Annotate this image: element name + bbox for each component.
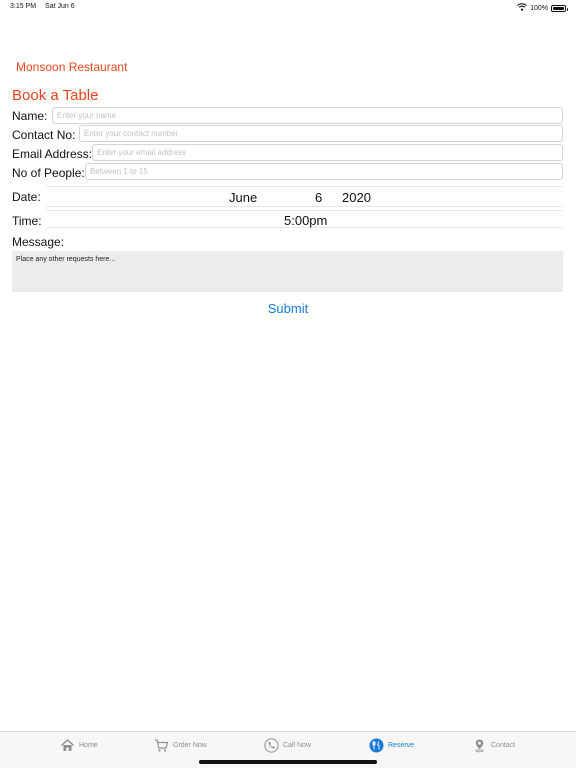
message-label: Message:	[12, 235, 65, 249]
tab-home-label: Home	[79, 742, 98, 749]
status-date: Sat Jun 6	[45, 3, 75, 10]
status-right: 100%	[517, 3, 568, 13]
battery-percent: 100%	[530, 4, 548, 12]
date-picker[interactable]: June 6 2020	[46, 186, 563, 207]
tab-call-now-label: Call Now	[283, 742, 312, 749]
date-month[interactable]: June	[229, 190, 257, 205]
tab-reserve[interactable]: Reserve	[369, 738, 414, 753]
time-picker[interactable]: 5:00pm	[46, 210, 563, 228]
reserve-icon	[369, 738, 384, 753]
contact-label: Contact No:	[12, 128, 76, 142]
home-indicator	[199, 760, 377, 764]
tab-contact[interactable]: Contact	[472, 738, 515, 753]
submit-button[interactable]: Submit	[0, 301, 576, 316]
date-year[interactable]: 2020	[342, 190, 371, 205]
tab-contact-label: Contact	[491, 742, 516, 749]
home-icon	[60, 738, 75, 753]
email-input[interactable]	[92, 144, 563, 161]
time-label: Time:	[12, 214, 42, 228]
restaurant-name: Monsoon Restaurant	[16, 60, 128, 74]
tab-order-now-label: Order Now	[173, 742, 207, 749]
date-day[interactable]: 6	[315, 190, 322, 205]
status-bar: 3:15 PM Sat Jun 6 100%	[0, 0, 576, 14]
status-left: 3:15 PM Sat Jun 6	[10, 3, 82, 10]
battery-fill	[553, 6, 564, 10]
contact-input[interactable]	[79, 125, 563, 142]
status-time: 3:15 PM	[10, 3, 37, 10]
wifi-icon	[517, 3, 527, 13]
phone-icon	[264, 738, 279, 753]
message-input[interactable]	[12, 251, 563, 292]
tab-reserve-label: Reserve	[388, 742, 415, 749]
location-pin-icon	[472, 738, 487, 753]
page-title: Book a Table	[12, 87, 99, 104]
cart-icon	[154, 738, 169, 753]
tab-home[interactable]: Home	[60, 738, 98, 753]
name-input[interactable]	[52, 107, 563, 124]
battery-icon	[551, 4, 568, 12]
time-value[interactable]: 5:00pm	[284, 213, 327, 228]
email-label: Email Address:	[12, 147, 93, 161]
date-label: Date:	[12, 190, 41, 204]
people-label: No of People:	[12, 166, 85, 180]
tab-call-now[interactable]: Call Now	[264, 738, 311, 753]
name-label: Name:	[12, 109, 48, 123]
tab-order-now[interactable]: Order Now	[154, 738, 207, 753]
people-input[interactable]	[85, 163, 563, 180]
